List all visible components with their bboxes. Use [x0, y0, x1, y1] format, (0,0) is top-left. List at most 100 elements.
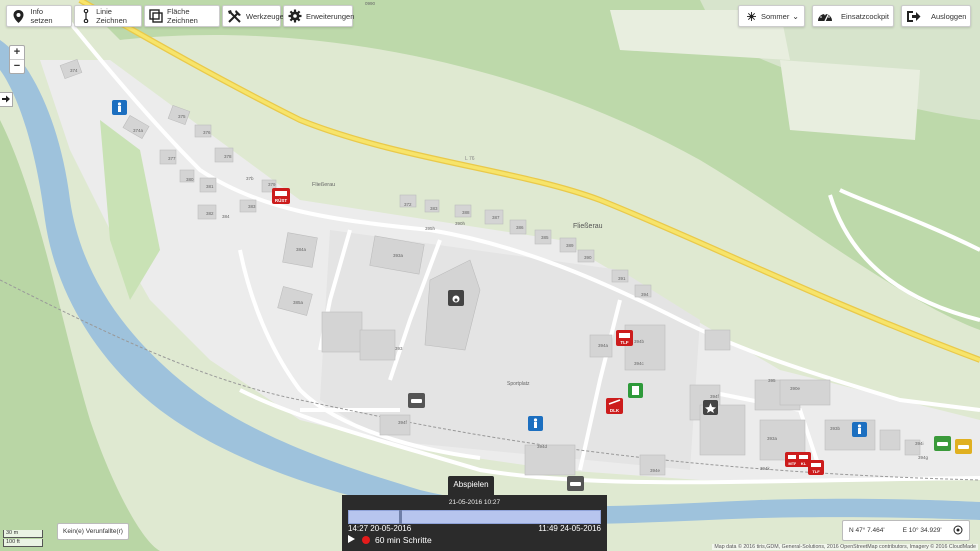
playback-slider-handle[interactable]	[399, 510, 403, 524]
car-marker-1[interactable]	[408, 393, 425, 408]
playback-panel: 21-05-2016 10:27 14:27 20-05-2016 11:49 …	[342, 495, 607, 551]
info-marker-2[interactable]	[528, 416, 543, 431]
marker-label-tlf-2: TLF	[812, 469, 820, 474]
locate-icon[interactable]	[953, 525, 963, 537]
house-number-label: 391	[618, 276, 626, 281]
house-number-label: 395	[768, 378, 776, 383]
tools-button[interactable]: Werkzeuge	[222, 5, 284, 27]
car-marker-2[interactable]	[567, 476, 584, 491]
record-icon[interactable]	[362, 536, 370, 544]
cockpit-button[interactable]: Einsatzcockpit	[812, 5, 894, 27]
marker-label-mtf: MTF	[788, 461, 797, 466]
house-number-label: 394a	[598, 343, 609, 348]
latitude-value: N 47° 7.464'	[849, 527, 885, 534]
line-draw-label: Linie Zeichnen	[96, 7, 127, 25]
extensions-label: Erweiterungen	[306, 11, 355, 21]
scale-bar: 30 m 100 ft	[3, 530, 43, 548]
road-label: L 76	[465, 156, 475, 162]
house-number-label: 394	[641, 292, 649, 297]
house-number-label: 37b	[246, 176, 254, 181]
house-number-label: 393a	[767, 436, 778, 441]
zoom-out-button[interactable]: −	[10, 60, 24, 73]
cockpit-label: Einsatzcockpit	[841, 11, 889, 21]
marker-label-rust: RÜST	[275, 197, 288, 203]
house-number-label: 383	[248, 204, 256, 209]
playback-tab[interactable]: Abspielen	[448, 476, 494, 495]
house-number-label: 377	[168, 156, 176, 161]
dashboard-icon	[817, 8, 833, 24]
polygon-icon	[149, 8, 163, 24]
house-number-label: 390e	[790, 386, 801, 391]
house-number-label: 381	[206, 184, 214, 189]
logout-button[interactable]: Ausloggen	[901, 5, 971, 27]
house-number-label: 374a	[133, 128, 144, 133]
house-number-label: 393	[395, 346, 403, 351]
road-label-small: 0990	[365, 1, 376, 6]
house-number-label: 394e	[650, 468, 661, 473]
playback-end-time: 11:49 24-05-2016	[538, 524, 601, 533]
house-number-label: 384	[222, 214, 230, 219]
playback-current-time: 21-05-2016 10:27	[448, 499, 501, 506]
coordinates-display: N 47° 7.464' E 10° 34.929'	[842, 520, 970, 541]
vehicle-marker-rust[interactable]: RÜST	[272, 188, 290, 204]
longitude-value: E 10° 34.929'	[902, 527, 942, 534]
house-number-label: 385a	[293, 300, 304, 305]
house-number-label: 394f	[398, 420, 408, 425]
map-attribution: Map data © 2016 tiris,GDM, General-Solut…	[712, 544, 978, 550]
line-draw-button[interactable]: Linie Zeichnen	[74, 5, 142, 27]
house-number-label: 385	[541, 235, 549, 240]
house-number-label: 374	[70, 68, 78, 73]
line-icon	[79, 8, 92, 24]
house-number-label: 390	[584, 255, 592, 260]
house-number-label: 379	[268, 182, 276, 187]
house-number-label: 395h	[425, 226, 436, 231]
area-draw-label: Fläche Zeichnen	[167, 7, 198, 25]
house-number-label: 393a	[393, 253, 404, 258]
house-number-label: 378	[224, 154, 232, 159]
house-number-label: 394i	[915, 441, 924, 446]
meadow-east	[780, 60, 920, 140]
house-number-label: 382	[206, 211, 214, 216]
house-number-label: 394k	[760, 466, 771, 471]
house-number-label: 390h	[455, 221, 466, 226]
info-set-button[interactable]: Info setzen	[6, 5, 72, 27]
zoom-control: + −	[9, 45, 25, 74]
info-marker-3[interactable]	[852, 422, 867, 437]
house-number-label: 394b	[634, 339, 645, 344]
play-icon[interactable]	[348, 535, 355, 545]
vehicle-marker-dlk[interactable]: DLK	[606, 398, 623, 414]
marker-label-dlk: DLK	[610, 408, 620, 413]
info-marker-1[interactable]	[112, 100, 127, 115]
house-number-label: 393b	[830, 426, 841, 431]
zoom-in-button[interactable]: +	[10, 46, 24, 60]
marker-label-kl: KL	[801, 461, 807, 466]
playback-start-time: 14:27 20-05-2016	[348, 524, 412, 533]
vehicle-marker-tlf-2[interactable]: TLF	[808, 460, 824, 475]
hydrant-marker[interactable]	[628, 383, 643, 398]
playback-timeline[interactable]	[348, 510, 601, 524]
season-select[interactable]: Sommer ⌄	[738, 5, 805, 27]
season-label: Sommer	[761, 11, 790, 21]
house-number-label: 372	[404, 202, 412, 207]
map-pin-icon	[11, 8, 26, 24]
house-number-label: 384a	[296, 247, 307, 252]
place-label: Fließerau	[573, 223, 603, 230]
hazard-marker[interactable]	[703, 400, 718, 415]
house-number-label: 394f	[710, 394, 720, 399]
car-marker-yellow[interactable]	[955, 439, 972, 454]
house-number-label: 389	[566, 243, 574, 248]
sun-icon	[743, 8, 759, 24]
casualties-button[interactable]: Kein(e) Verunfallte(r)	[57, 523, 129, 540]
house-number-label: 376	[203, 130, 211, 135]
map-canvas[interactable]: Fließerau Fließerau L 76 Sportplatz 0990…	[0, 0, 980, 551]
area-draw-button[interactable]: Fläche Zeichnen	[144, 5, 220, 27]
house-number-label: 394c	[634, 361, 645, 366]
car-marker-green[interactable]	[934, 436, 951, 451]
extensions-button[interactable]: Erweiterungen	[283, 5, 355, 27]
logout-icon	[906, 8, 921, 24]
tools-icon	[227, 8, 242, 24]
fire-marker[interactable]	[448, 290, 464, 306]
vehicle-marker-tlf[interactable]: TLF	[616, 330, 633, 346]
expand-panel-button[interactable]	[0, 92, 13, 107]
scale-metric: 30 m	[3, 530, 43, 538]
